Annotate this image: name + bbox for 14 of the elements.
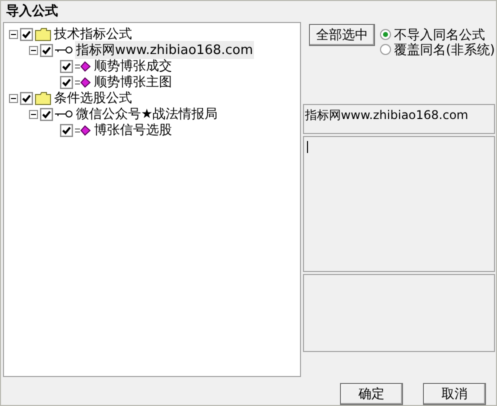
tree-item[interactable]: 技术指标公式 [53, 25, 133, 43]
info-field: 指标网www.zhibiao168.com [302, 104, 495, 134]
radio-label: 不导入同名公式 [394, 26, 485, 43]
radio-label: 覆盖同名(非系统) [394, 42, 495, 58]
tree-item[interactable]: 微信公众号★战法情报局 [75, 105, 219, 123]
tree-item[interactable]: 条件选股公式 [53, 89, 133, 107]
tree-item[interactable]: 指标网www.zhibiao168.com [75, 41, 254, 59]
dialog-button[interactable]: 确定 [340, 383, 403, 405]
tree-item[interactable]: 博张信号选股 [93, 121, 173, 139]
tree-item[interactable]: 顺势博张主图 [93, 73, 173, 91]
select-all-button[interactable]: 全部选中 [308, 24, 375, 46]
dialog-button[interactable]: 取消 [423, 383, 486, 405]
tree-item[interactable]: 顺势博张成交 [93, 57, 173, 75]
window-title: 导入公式 [1, 1, 58, 21]
